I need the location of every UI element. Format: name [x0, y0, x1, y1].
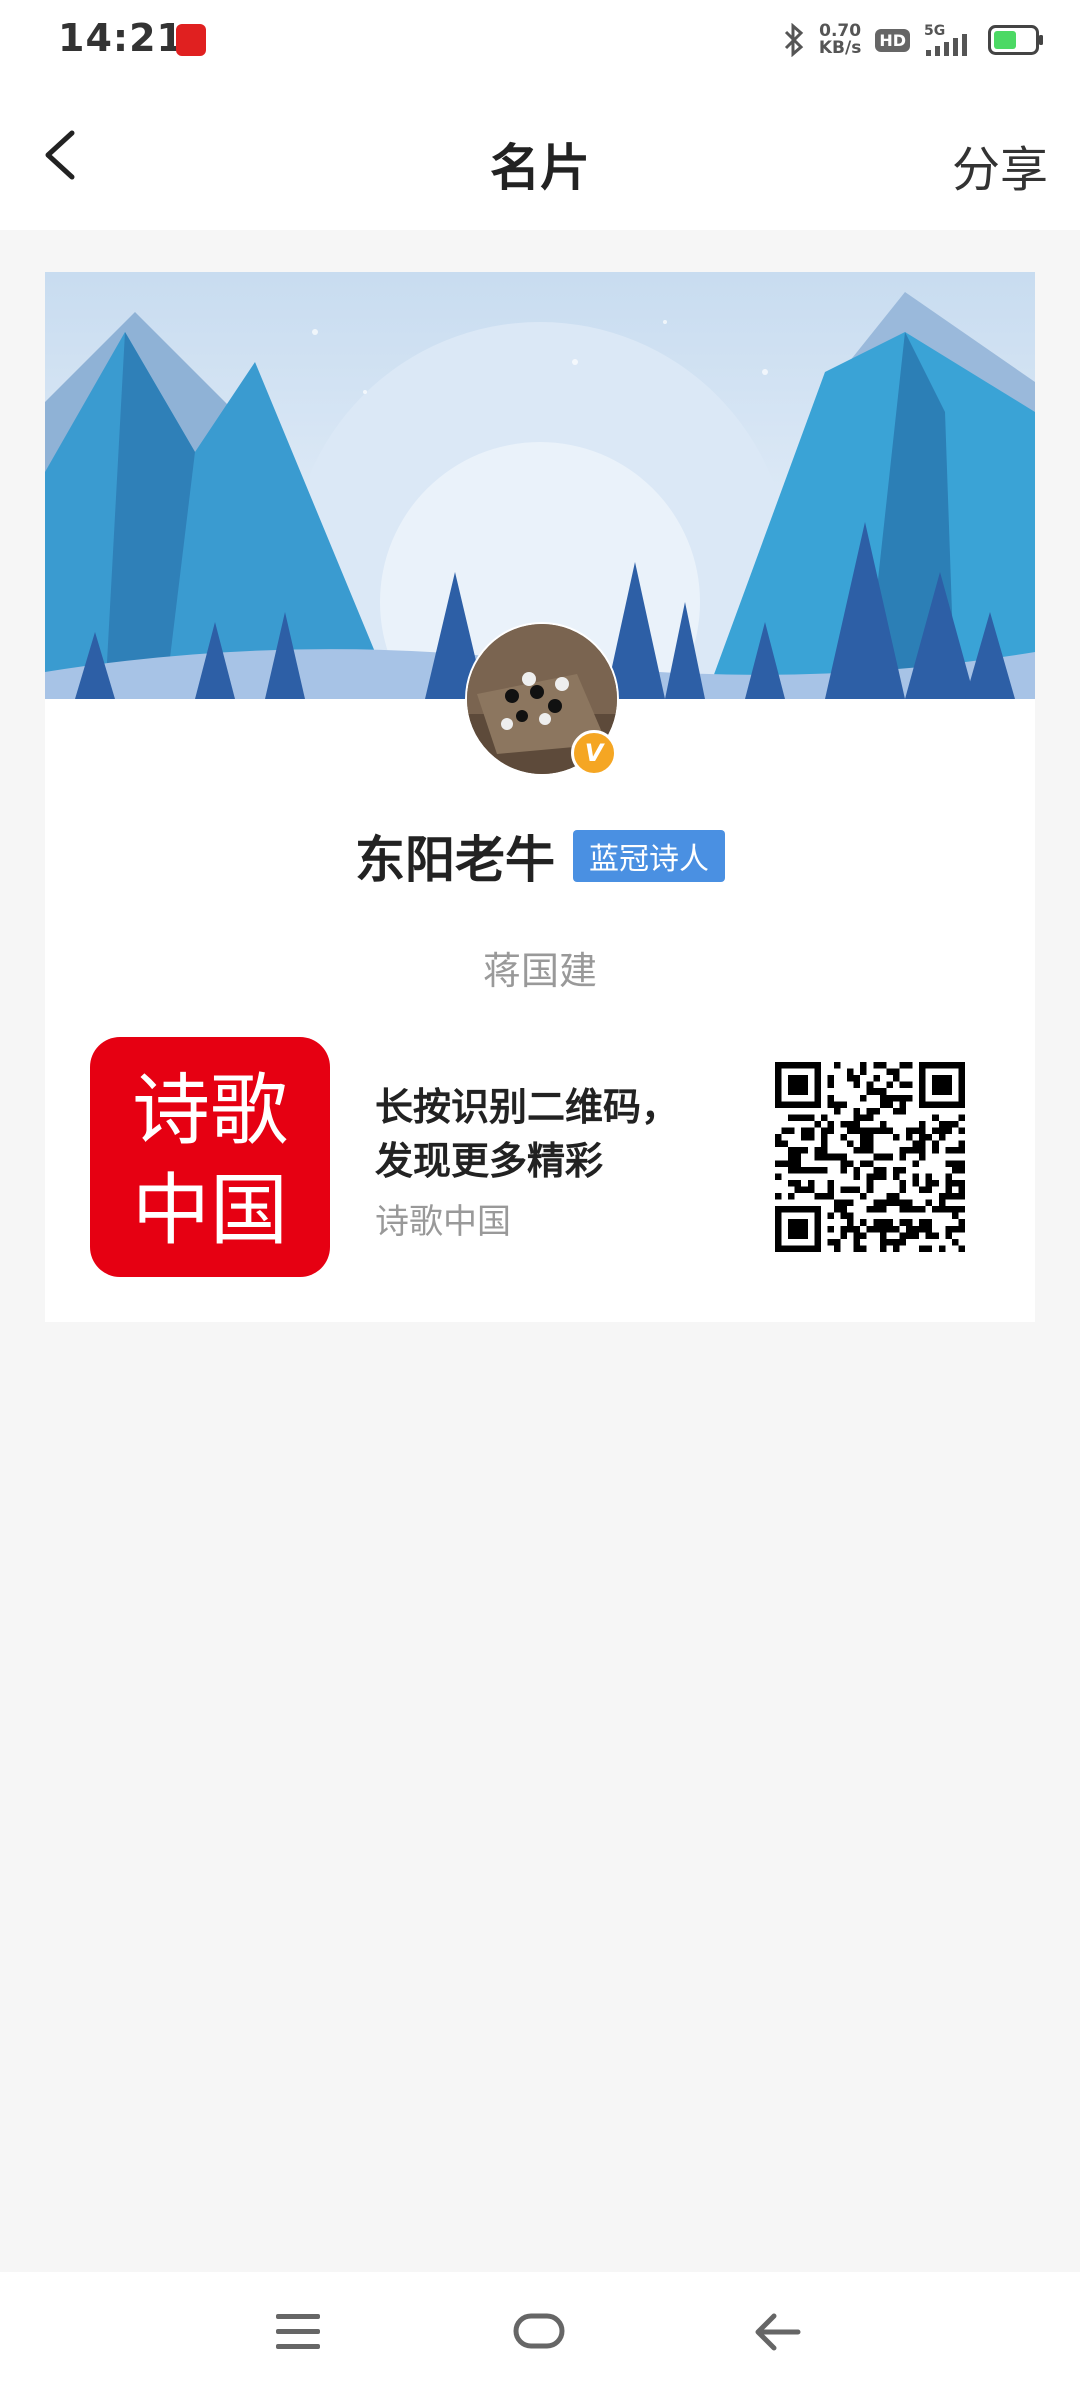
system-nav-bar — [0, 2272, 1080, 2400]
promo-line-2: 发现更多精彩 — [375, 1139, 604, 1183]
notification-app-icon — [176, 24, 206, 56]
logo-text-bottom: 中国 — [132, 1166, 288, 1256]
poet-title-badge: 蓝冠诗人 — [573, 830, 725, 882]
promo-text: 长按识别二维码， 发现更多精彩 — [375, 1080, 679, 1188]
bluetooth-icon — [783, 23, 805, 57]
navigation-bar: 名片 分享 — [0, 80, 1080, 230]
status-icons: 0.70 KB/s HD 5G — [783, 18, 1044, 62]
network-speed-unit: KB/s — [818, 38, 862, 58]
qr-code[interactable] — [775, 1062, 965, 1252]
system-back-button[interactable] — [752, 2310, 804, 2358]
menu-icon — [276, 2314, 320, 2349]
signal-5g-icon: 5G — [924, 22, 974, 58]
network-speed: 0.70 KB/s — [819, 23, 861, 57]
username: 东阳老牛 — [355, 831, 555, 889]
promo-line-1: 长按识别二维码， — [375, 1085, 680, 1129]
recent-apps-button[interactable] — [274, 2310, 324, 2358]
arrow-left-icon — [755, 2313, 801, 2351]
promo-source: 诗歌中国 — [375, 1202, 511, 1242]
network-label: 5G — [924, 23, 945, 39]
logo-text-top: 诗歌 — [132, 1066, 288, 1156]
battery-icon — [988, 25, 1044, 55]
business-card: V 东阳老牛 蓝冠诗人 蒋国建 诗歌 中国 长按识别二维码， 发现更多精彩 诗歌… — [45, 272, 1035, 1322]
status-bar: 14:21 0.70 KB/s HD 5G — [0, 0, 1080, 80]
verified-icon: V — [571, 730, 617, 776]
page-title: 名片 — [490, 139, 590, 197]
name-row: 东阳老牛 蓝冠诗人 — [45, 820, 1035, 892]
home-button[interactable] — [512, 2310, 568, 2358]
status-time: 14:21 — [58, 16, 184, 60]
real-name: 蒋国建 — [482, 949, 597, 993]
home-icon — [513, 2313, 565, 2349]
share-button[interactable]: 分享 — [952, 130, 1048, 200]
hd-icon: HD — [875, 28, 910, 52]
app-logo: 诗歌 中国 — [90, 1037, 330, 1277]
